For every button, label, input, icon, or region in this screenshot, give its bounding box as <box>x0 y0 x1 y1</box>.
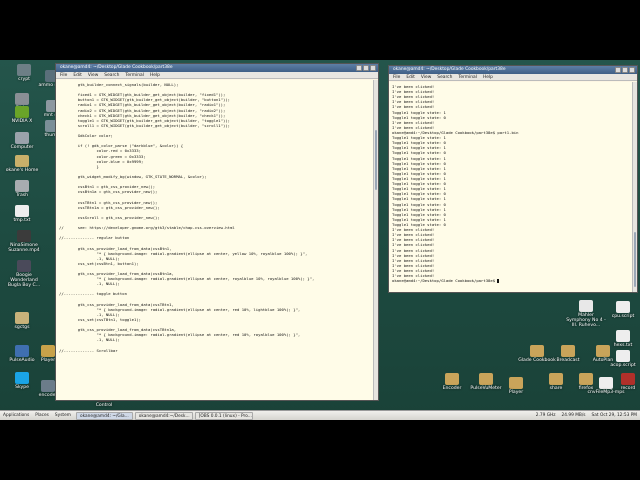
editor-menu-view[interactable]: View <box>88 72 98 78</box>
places-menu[interactable]: Places <box>32 413 52 418</box>
terminal-scrollbar[interactable] <box>632 82 637 292</box>
desktop-icon-label: NinaSimone Suzanne.mp4 <box>8 243 40 254</box>
pulsevumeter-icon <box>479 373 493 385</box>
editor-window[interactable]: okane@amd4: ~/Desktop/Glade Cookbook/par… <box>55 63 379 401</box>
maximize-button[interactable] <box>622 67 628 73</box>
maximize-button[interactable] <box>363 65 369 71</box>
terminal-titlebar[interactable]: okane@amd4: ~/Desktop/Glade Cookbook/par… <box>389 66 637 74</box>
desktop-icon-ninasimone[interactable]: NinaSimone Suzanne.mp4 <box>4 230 44 253</box>
desktop-icon-label: Boogie Wonderland Bugla Boy C... <box>7 273 41 289</box>
clock[interactable]: Sat Oct 29, 12:53 PM <box>589 413 640 418</box>
network-speed: 24.99 MB/s <box>561 413 586 418</box>
desktop-icon-label: Trash <box>15 193 29 198</box>
desktop-icon-tmptxt[interactable]: tmp.txt <box>2 205 42 223</box>
taskbar-item[interactable]: okane@amd4:~/Desk... <box>134 411 193 420</box>
record-icon <box>621 373 635 385</box>
minimize-button[interactable] <box>356 65 362 71</box>
editor-menubar: File Edit View Search Terminal Help <box>56 72 378 79</box>
desktop-icon-bugla[interactable]: Boogie Wonderland Bugla Boy C... <box>4 260 44 289</box>
pulseaudio-icon <box>15 345 29 357</box>
desktop-icon-label: cpu.script <box>611 314 635 319</box>
gladecookbook-icon <box>530 345 544 357</box>
desktop-icon-trash[interactable]: Trash <box>2 180 42 198</box>
terminal-menu-file[interactable]: File <box>393 74 400 80</box>
editor-text-area[interactable]: gtk_builder_connect_signals(builder, NUL… <box>56 80 373 400</box>
editor-scrollbar[interactable] <box>373 80 378 400</box>
desktop-icon-breadcast[interactable]: Breadcast <box>548 345 588 363</box>
editor-line: //------------- Scrollbar <box>59 347 118 353</box>
desktop-icon-label: record <box>620 386 636 391</box>
taskbar-item[interactable]: okane@amd4: ~/Gla... <box>75 411 133 420</box>
desktop-icon-mahler[interactable]: Mahler Symphony No 4 - III. Ruhevo... <box>566 300 606 329</box>
encoder-icon <box>41 380 55 392</box>
applications-menu[interactable]: Applications <box>0 413 32 418</box>
terminal-menu-search[interactable]: Search <box>437 74 452 80</box>
terminal-text-area[interactable]: I've been clicked! I've been clicked! I've… <box>389 82 632 292</box>
close-button[interactable] <box>370 65 376 71</box>
desktop-icon-label: Computer <box>10 145 34 150</box>
encoder2-icon <box>445 373 459 385</box>
computer-icon <box>15 132 29 144</box>
terminal-menu-edit[interactable]: Edit <box>406 74 415 80</box>
hexstxt-icon <box>616 330 630 342</box>
desktop-icon-record[interactable]: record <box>608 373 640 391</box>
skype-icon <box>15 372 29 384</box>
cpu-frequency: 2.79 GHz <box>535 413 556 418</box>
desktop-icon-label: Control <box>95 403 113 408</box>
terminal-menu-help[interactable]: Help <box>483 74 493 80</box>
desktop: cryptammo scripDisksNVIDIA XComputerokan… <box>0 60 640 420</box>
terminal-window-buttons <box>615 67 635 73</box>
desktop-icon-label: okane's Home <box>5 168 39 173</box>
close-button[interactable] <box>629 67 635 73</box>
player-icon <box>41 345 55 357</box>
taskbar-item[interactable]: [OBS 0.0.1 (linux) - Pro... <box>194 411 253 420</box>
editor-menu-search[interactable]: Search <box>104 72 119 78</box>
editor-window-buttons <box>356 65 376 71</box>
editor-menu-help[interactable]: Help <box>150 72 160 78</box>
minimize-button[interactable] <box>615 67 621 73</box>
terminal-menubar: File Edit View Search Terminal Help <box>389 74 637 81</box>
player2-icon <box>509 377 523 389</box>
acopscript-icon <box>616 350 630 362</box>
editor-menu-terminal[interactable]: Terminal <box>125 72 144 78</box>
editor-scrollbar-thumb[interactable] <box>375 130 377 190</box>
terminal-scrollbar-thumb[interactable] <box>634 232 636 287</box>
editor-titlebar[interactable]: okane@amd4: ~/Desktop/Glade Cookbook/par… <box>56 64 378 72</box>
disks-icon <box>15 93 29 105</box>
share-icon <box>549 373 563 385</box>
breadcast-icon <box>561 345 575 357</box>
terminal-window[interactable]: okane@amd4: ~/Desktop/Glade Cookbook/par… <box>388 65 638 293</box>
tmptxt-icon <box>15 205 29 217</box>
desktop-icon-scripts[interactable]: sgctgs <box>2 312 42 330</box>
terminal-line: okane@amd4:~/Desktop/Glade Cookbook/part… <box>392 278 500 284</box>
terminal-menu-view[interactable]: View <box>421 74 431 80</box>
desktop-icon-label: Mahler Symphony No 4 - III. Ruhevo... <box>566 313 606 329</box>
nvidia-icon <box>15 106 29 118</box>
editor-menu-file[interactable]: File <box>60 72 67 78</box>
desktop-icon-player2[interactable]: Player <box>496 377 536 395</box>
home-icon <box>15 155 29 167</box>
terminal-cursor <box>497 279 500 284</box>
editor-menu-edit[interactable]: Edit <box>73 72 82 78</box>
scripts-icon <box>15 312 29 324</box>
mahler-icon <box>579 300 593 312</box>
desktop-icon-label: Breadcast <box>556 358 580 363</box>
system-menu[interactable]: System <box>52 413 74 418</box>
desktop-icon-cpuscript[interactable]: cpu.script <box>603 301 640 319</box>
crypt-icon <box>17 64 31 76</box>
desktop-icon-label: sgctgs <box>14 325 30 330</box>
terminal-menu-terminal[interactable]: Terminal <box>458 74 477 80</box>
bugla-icon <box>17 260 31 272</box>
terminal-title: okane@amd4: ~/Desktop/Glade Cookbook/par… <box>393 67 506 72</box>
cpuscript-icon <box>616 301 630 313</box>
ninasimone-icon <box>17 230 31 242</box>
desktop-icon-label: acop.script <box>610 363 636 368</box>
desktop-icon-home[interactable]: okane's Home <box>2 155 42 173</box>
desktop-icon-acopscript[interactable]: acop.script <box>603 350 640 368</box>
desktop-icon-label: Player <box>508 390 524 395</box>
editor-title: okane@amd4: ~/Desktop/Glade Cookbook/par… <box>60 65 173 70</box>
trash-icon <box>15 180 29 192</box>
desktop-icon-label: tmp.txt <box>13 218 31 223</box>
bottom-panel: Applications Places System okane@amd4: ~… <box>0 410 640 420</box>
